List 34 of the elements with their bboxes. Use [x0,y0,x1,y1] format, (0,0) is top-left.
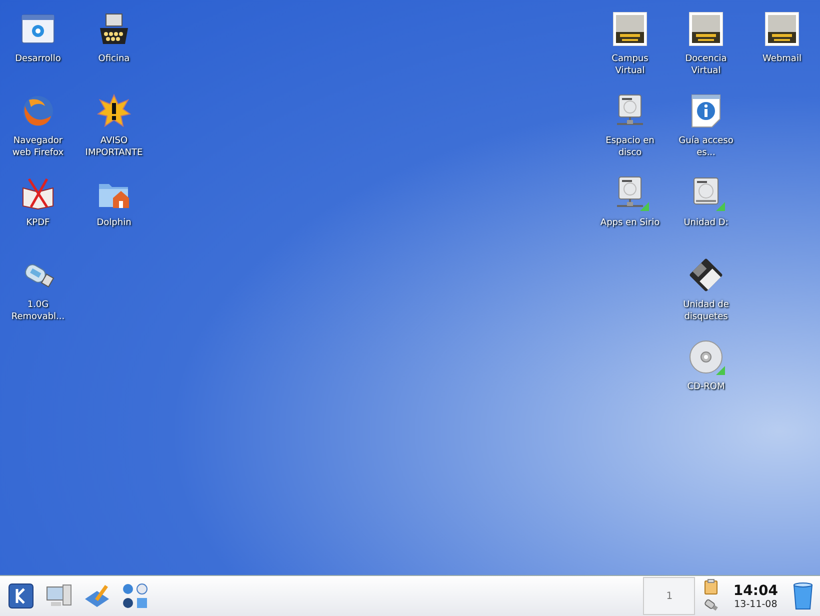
desktop-icon-label[interactable]: Unidad D: [684,217,728,229]
desktop-icon-label[interactable]: KPDF [26,217,50,229]
website-thumbnail-icon [765,12,799,46]
desktop-icon-label[interactable]: Espacio en disco [598,135,662,159]
cd-disc-icon [689,340,723,374]
book-pdf-icon [21,176,55,210]
website-thumbnail-icon [613,12,647,46]
desktop-icon-label[interactable]: Guía acceso es... [674,135,738,159]
website-thumbnail-icon [689,12,723,46]
desktop-pager[interactable]: 1 [643,577,696,615]
desktop-icon-label[interactable]: AVISO IMPORTANTE [82,135,146,159]
warning-burst-icon [97,94,131,128]
info-document-icon [689,94,723,128]
desktop-icon-label[interactable]: Desarrollo [15,53,61,65]
desktop-icon-label[interactable]: 1.0G Removabl... [6,299,70,323]
typewriter-icon [97,12,131,46]
k-menu-icon[interactable] [8,583,34,609]
desktop-icon-label[interactable]: Docencia Virtual [674,53,738,77]
pen-drawing-icon[interactable] [83,583,111,609]
desktop-icon-label[interactable]: Campus Virtual [598,53,662,77]
desktop-icon-label[interactable]: Oficina [98,53,130,65]
globe-fox-icon [21,94,55,128]
network-tools-icon[interactable] [120,581,150,611]
desktop-icon-label[interactable]: Dolphin [96,217,132,229]
desktop-icon-label[interactable]: Apps en Sirio [600,217,660,229]
computer-icon[interactable] [45,583,73,609]
clock-time: 14:04 [733,582,778,598]
desktop-icon-label[interactable]: Webmail [762,53,802,65]
clock[interactable]: 14:04 13-11-08 [727,582,784,610]
clock-date: 13-11-08 [734,598,778,610]
desktop-icon-label[interactable]: Navegador web Firefox [6,135,70,159]
trash-can-icon[interactable] [792,582,814,610]
clipboard-icon[interactable] [703,579,720,595]
window-gear-icon [21,12,55,46]
